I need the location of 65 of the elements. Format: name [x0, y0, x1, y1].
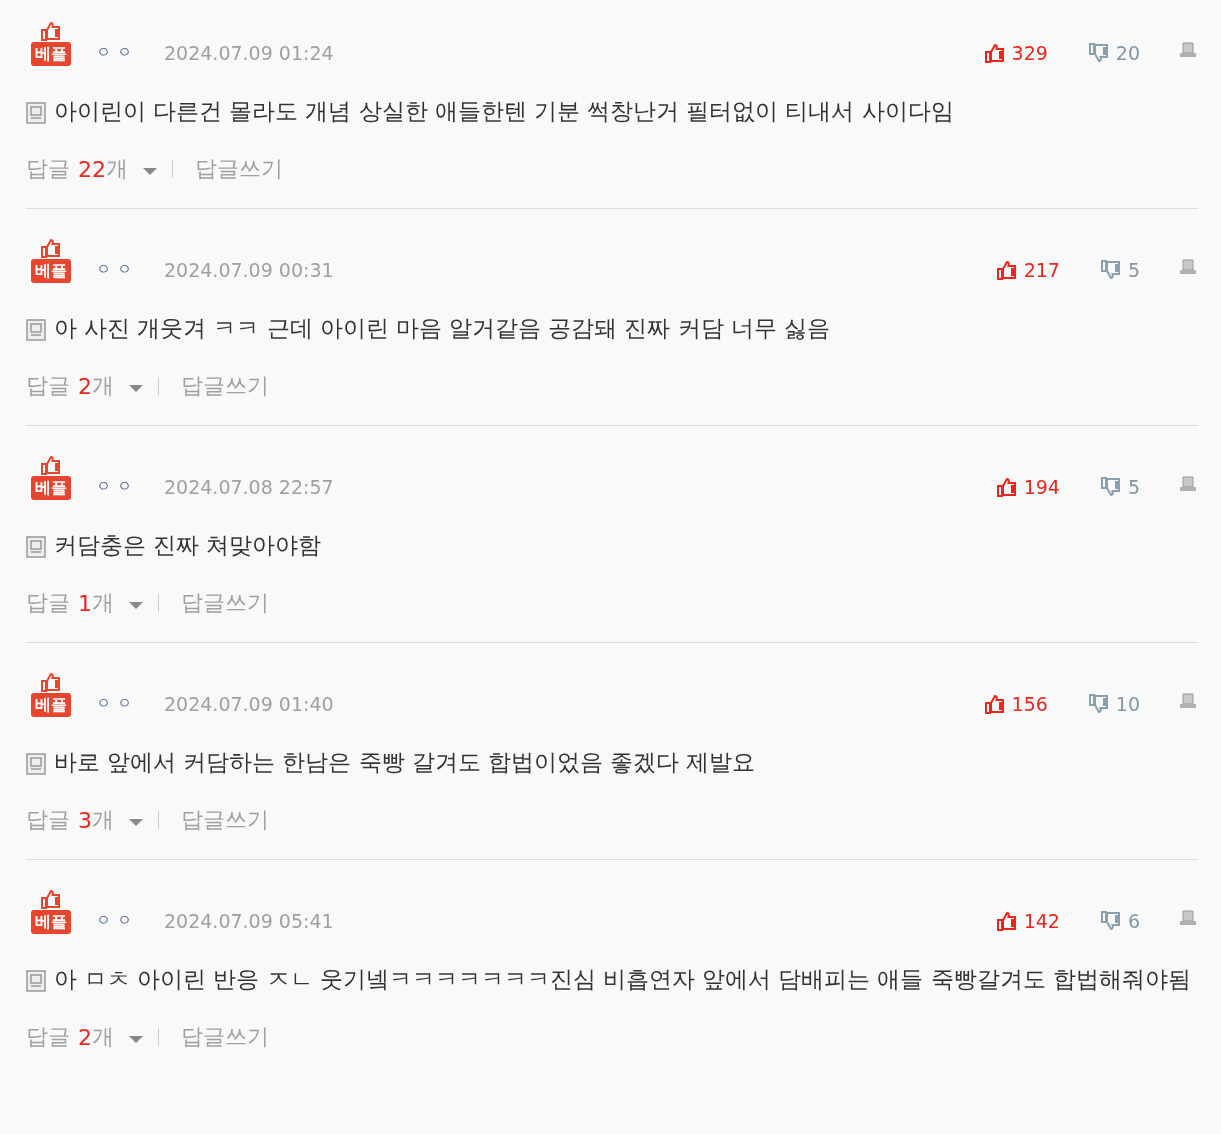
- replies-toggle[interactable]: 답글 3개: [26, 805, 144, 835]
- like-button[interactable]: 329: [983, 42, 1048, 66]
- thumbs-down-icon: [1099, 476, 1122, 498]
- best-badge: 베플: [31, 693, 71, 717]
- replies-toggle[interactable]: 답글 22개: [26, 154, 158, 184]
- thumbs-up-icon: [995, 910, 1018, 932]
- thumbs-down-icon: [1099, 910, 1122, 932]
- like-button[interactable]: 142: [995, 910, 1060, 934]
- thumbs-up-icon: [995, 476, 1018, 498]
- thumbs-up-icon: [40, 20, 62, 42]
- best-badge: 베플: [31, 910, 71, 934]
- thumbs-up-icon: [983, 693, 1006, 715]
- document-icon: [26, 970, 46, 992]
- caret-icon: [142, 166, 158, 176]
- like-button[interactable]: 156: [983, 693, 1048, 717]
- dislike-button[interactable]: 5: [1099, 259, 1140, 283]
- caret-icon: [128, 1034, 144, 1044]
- write-reply-link[interactable]: 답글쓰기: [181, 1022, 269, 1052]
- thumbs-down-icon: [1087, 693, 1110, 715]
- nickname: ㅇㅇ: [96, 694, 138, 714]
- thumbs-up-icon: [995, 259, 1018, 281]
- write-reply-link[interactable]: 답글쓰기: [181, 371, 269, 401]
- replies-toggle[interactable]: 답글 2개: [26, 371, 144, 401]
- nickname: ㅇㅇ: [96, 43, 138, 63]
- nickname: ㅇㅇ: [96, 911, 138, 931]
- document-icon: [26, 102, 46, 124]
- thumbs-down-icon: [1099, 259, 1122, 281]
- comment-date: 2024.07.08 22:57: [164, 476, 334, 500]
- thumbs-down-icon: [1087, 42, 1110, 64]
- nickname: ㅇㅇ: [96, 260, 138, 280]
- caret-icon: [128, 383, 144, 393]
- thumbs-up-icon: [40, 237, 62, 259]
- thumbs-up-icon: [40, 888, 62, 910]
- write-reply-link[interactable]: 답글쓰기: [181, 805, 269, 835]
- replies-toggle[interactable]: 답글 2개: [26, 1022, 144, 1052]
- caret-icon: [128, 600, 144, 610]
- document-icon: [26, 319, 46, 341]
- like-button[interactable]: 217: [995, 259, 1060, 283]
- thumbs-up-icon: [40, 454, 62, 476]
- comment-text: 바로 앞에서 커담하는 한남은 죽빵 갈겨도 합법이었음 좋겠다 제발요: [54, 748, 756, 777]
- write-reply-link[interactable]: 답글쓰기: [181, 588, 269, 618]
- caret-icon: [128, 817, 144, 827]
- thumbs-up-icon: [40, 671, 62, 693]
- comment-date: 2024.07.09 01:24: [164, 42, 334, 66]
- dislike-button[interactable]: 20: [1087, 42, 1140, 66]
- comment-text: 커담충은 진짜 쳐맞아야함: [54, 531, 322, 560]
- comment-date: 2024.07.09 01:40: [164, 693, 334, 717]
- comment-date: 2024.07.09 05:41: [164, 910, 334, 934]
- like-button[interactable]: 194: [995, 476, 1060, 500]
- comment-date: 2024.07.09 00:31: [164, 259, 334, 283]
- dislike-button[interactable]: 5: [1099, 476, 1140, 500]
- best-badge: 베플: [31, 42, 71, 66]
- replies-toggle[interactable]: 답글 1개: [26, 588, 144, 618]
- comment-text: 아이린이 다른건 몰라도 개념 상실한 애들한텐 기분 썩창난거 필터없이 티내서 사이다임: [54, 97, 954, 126]
- comment-text: 아 ㅁㅊ 아이린 반응 ㅈㄴ 웃기넼ㅋㅋㅋㅋㅋㅋㅋ진심 비흡연자 앞에서 담배피는 애들 죽빵갈겨도 합법해줘야됨: [54, 965, 1191, 994]
- best-badge: 베플: [31, 476, 71, 500]
- write-reply-link[interactable]: 답글쓰기: [195, 154, 283, 184]
- best-badge: 베플: [31, 259, 71, 283]
- document-icon: [26, 753, 46, 775]
- nickname: ㅇㅇ: [96, 477, 138, 497]
- document-icon: [26, 536, 46, 558]
- dislike-button[interactable]: 6: [1099, 910, 1140, 934]
- dislike-button[interactable]: 10: [1087, 693, 1140, 717]
- comment-text: 아 사진 개웃겨 ㅋㅋ 근데 아이린 마음 알거같음 공감돼 진짜 커담 너무 싫음: [54, 314, 830, 343]
- thumbs-up-icon: [983, 42, 1006, 64]
